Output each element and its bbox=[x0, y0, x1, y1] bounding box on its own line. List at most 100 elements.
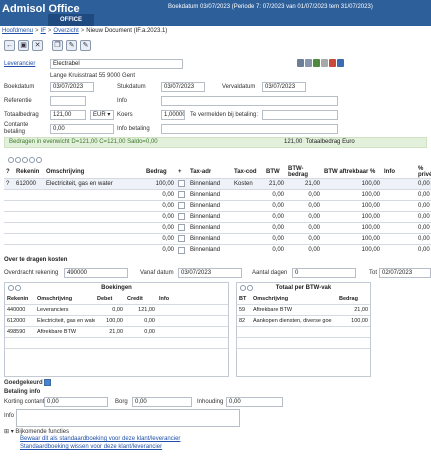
cell-tax-adr[interactable]: Binnenland bbox=[188, 189, 232, 201]
cell-omschrijving[interactable] bbox=[44, 189, 144, 201]
remove-row-icon[interactable] bbox=[22, 157, 28, 163]
cell-aftrekbaar[interactable]: 100,00 bbox=[322, 200, 382, 212]
cell-rekening[interactable] bbox=[14, 222, 44, 234]
cell-q[interactable]: ? bbox=[4, 178, 14, 190]
attach-icon[interactable]: ✎ bbox=[66, 40, 77, 51]
cell-bedrag[interactable]: 0,00 bbox=[144, 189, 176, 201]
col-omschrijving[interactable]: Omschrijving bbox=[251, 295, 337, 304]
flag-icon[interactable] bbox=[329, 59, 336, 67]
col-info[interactable]: Info bbox=[157, 295, 228, 304]
goedgekeurd-checkbox[interactable] bbox=[44, 379, 51, 386]
cell-omschrijving[interactable] bbox=[44, 211, 144, 223]
cell-info[interactable] bbox=[382, 178, 416, 190]
cell-bedrag[interactable]: 100,00 bbox=[144, 178, 176, 190]
table-row[interactable]: 82 Aankopen diensten, diverse goe 100,00 bbox=[237, 314, 370, 326]
cell-tax-adr[interactable]: Binnenland bbox=[188, 244, 232, 256]
plus-checkbox[interactable] bbox=[178, 235, 185, 243]
delete-row-icon[interactable] bbox=[29, 157, 35, 163]
breadcrumb-if[interactable]: IF bbox=[41, 28, 46, 34]
cell-prive[interactable]: 0,00 bbox=[416, 189, 431, 201]
cell-q[interactable] bbox=[4, 189, 14, 201]
cell-q[interactable] bbox=[4, 244, 14, 256]
col-credit[interactable]: Credit bbox=[125, 295, 157, 304]
cell-tax-adr[interactable]: Binnenland bbox=[188, 222, 232, 234]
tab-office[interactable]: OFFICE bbox=[48, 14, 94, 26]
cell-btw[interactable]: 0,00 bbox=[264, 211, 286, 223]
col-bt[interactable]: BT bbox=[237, 295, 251, 304]
cell-tax-cod[interactable] bbox=[232, 211, 264, 223]
save-icon[interactable]: ▣ bbox=[18, 40, 29, 51]
users-icon[interactable] bbox=[305, 59, 312, 67]
cell-aftrekbaar[interactable]: 100,00 bbox=[322, 178, 382, 190]
col-omschrijving[interactable]: Omschrijving bbox=[44, 166, 144, 179]
cell-omschrijving[interactable] bbox=[44, 222, 144, 234]
cell-prive[interactable]: 0,00 bbox=[416, 178, 431, 190]
cell-tax-cod[interactable] bbox=[232, 200, 264, 212]
cell-plus[interactable] bbox=[176, 189, 188, 201]
cell-aftrekbaar[interactable]: 100,00 bbox=[322, 222, 382, 234]
table-row[interactable]: 0,00 Binnenland 0,00 0,00 100,00 0,00 bbox=[4, 233, 431, 245]
cell-bedrag[interactable]: 0,00 bbox=[144, 211, 176, 223]
leverancier-link[interactable]: Leverancier bbox=[4, 61, 35, 67]
currency-select[interactable]: EUR ▾ bbox=[90, 110, 114, 120]
col-bedrag[interactable]: Bedrag bbox=[144, 166, 176, 179]
cell-q[interactable] bbox=[4, 233, 14, 245]
col-aftrekbaar[interactable]: BTW aftrekbaar % bbox=[322, 166, 382, 179]
cell-btw-bedrag[interactable]: 0,00 bbox=[286, 222, 322, 234]
cell-plus[interactable] bbox=[176, 211, 188, 223]
plus-checkbox[interactable] bbox=[178, 246, 185, 254]
cell-btw-bedrag[interactable]: 0,00 bbox=[286, 233, 322, 245]
col-tax-adr[interactable]: Tax-adr bbox=[188, 166, 232, 179]
inhouding-field[interactable]: 0,00 bbox=[226, 397, 283, 407]
cell-aftrekbaar[interactable]: 100,00 bbox=[322, 233, 382, 245]
dagen-field[interactable]: 0 bbox=[292, 268, 356, 278]
user-icon[interactable] bbox=[297, 59, 304, 67]
cell-info[interactable] bbox=[382, 233, 416, 245]
col-bedrag[interactable]: Bedrag bbox=[337, 295, 370, 304]
table-row[interactable]: 0,00 Binnenland 0,00 0,00 100,00 0,00 bbox=[4, 211, 431, 223]
cell-rekening[interactable] bbox=[14, 244, 44, 256]
overdracht-field[interactable]: 490000 bbox=[64, 268, 128, 278]
bijkomende-toggle[interactable]: ⊞ ▾ Bijkomende functies bbox=[4, 428, 69, 435]
cell-prive[interactable]: 0,00 bbox=[416, 233, 431, 245]
cell-tax-adr[interactable]: Binnenland bbox=[188, 178, 232, 190]
cell-q[interactable] bbox=[4, 222, 14, 234]
cell-btw[interactable]: 0,00 bbox=[264, 244, 286, 256]
cell-plus[interactable] bbox=[176, 222, 188, 234]
col-btw-bedrag[interactable]: BTW-bedrag bbox=[286, 166, 322, 179]
col-btw[interactable]: BTW bbox=[264, 166, 286, 179]
col-info[interactable]: Info bbox=[382, 166, 416, 179]
col-rekening[interactable]: Rekenin bbox=[14, 166, 44, 179]
borg-field[interactable]: 0,00 bbox=[132, 397, 192, 407]
cell-btw[interactable]: 0,00 bbox=[264, 222, 286, 234]
copy-row-icon[interactable] bbox=[36, 157, 42, 163]
cell-aftrekbaar[interactable]: 100,00 bbox=[322, 244, 382, 256]
cell-info[interactable] bbox=[382, 244, 416, 256]
cell-aftrekbaar[interactable]: 100,00 bbox=[322, 211, 382, 223]
cell-tax-adr[interactable]: Binnenland bbox=[188, 200, 232, 212]
col-debet[interactable]: Debet bbox=[95, 295, 125, 304]
plus-checkbox[interactable] bbox=[178, 224, 185, 232]
table-row[interactable]: ? 612000 Electriciteit, gas en water 100… bbox=[4, 178, 431, 190]
vanaf-field[interactable]: 03/07/2023 bbox=[178, 268, 242, 278]
cell-bedrag[interactable]: 0,00 bbox=[144, 200, 176, 212]
col-prive[interactable]: % privé bbox=[416, 166, 431, 179]
lock-icon[interactable] bbox=[321, 59, 328, 67]
cell-aftrekbaar[interactable]: 100,00 bbox=[322, 189, 382, 201]
referentie-field[interactable] bbox=[50, 96, 86, 106]
table-row[interactable]: 0,00 Binnenland 0,00 0,00 100,00 0,00 bbox=[4, 222, 431, 234]
totaalbedrag-field[interactable]: 121,00 bbox=[50, 110, 86, 120]
cell-prive[interactable]: 0,00 bbox=[416, 211, 431, 223]
cell-rekening[interactable] bbox=[14, 200, 44, 212]
insert-row-icon[interactable] bbox=[15, 157, 21, 163]
col-rekening[interactable]: Rekenin bbox=[5, 295, 35, 304]
col-q[interactable]: ? bbox=[4, 166, 14, 179]
table-row[interactable]: 59 Aftrekbare BTW 21,00 bbox=[237, 303, 370, 315]
info-field[interactable] bbox=[161, 96, 338, 106]
cell-info[interactable] bbox=[382, 211, 416, 223]
vervaldatum-field[interactable]: 03/07/2023 bbox=[262, 82, 306, 92]
cell-btw[interactable]: 0,00 bbox=[264, 200, 286, 212]
cell-plus[interactable] bbox=[176, 178, 188, 190]
back-icon[interactable]: ← bbox=[4, 40, 15, 51]
copy-icon[interactable]: ❐ bbox=[52, 40, 63, 51]
